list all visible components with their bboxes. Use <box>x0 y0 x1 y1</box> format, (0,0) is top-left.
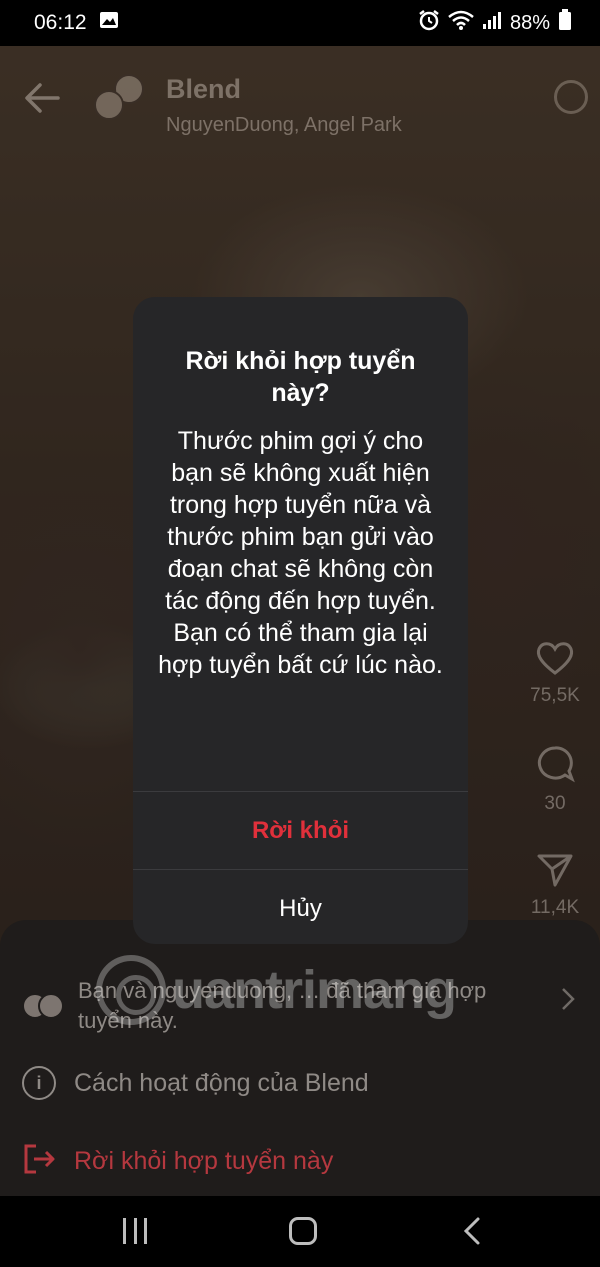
alarm-icon <box>418 9 440 37</box>
back-arrow-icon[interactable] <box>22 80 62 116</box>
image-icon <box>99 11 119 35</box>
back-chevron-icon[interactable] <box>460 1216 484 1246</box>
home-icon[interactable] <box>289 1217 317 1245</box>
watermark-logo-icon <box>96 955 166 1025</box>
comment-count: 30 <box>544 793 566 814</box>
camera-icon[interactable] <box>554 80 588 114</box>
status-bar: 06:12 88% <box>0 0 600 46</box>
share-action[interactable]: 11,4K <box>520 852 590 919</box>
chevron-right-icon <box>560 986 576 1019</box>
cancel-button[interactable]: Hủy <box>133 870 468 944</box>
navigation-bar <box>0 1196 600 1267</box>
leave-blend-row[interactable]: Rời khỏi hợp tuyển này <box>22 1143 578 1180</box>
comment-action[interactable]: 30 <box>520 744 590 815</box>
exit-icon <box>22 1143 56 1180</box>
battery-percent: 88% <box>509 11 550 34</box>
blend-avatars <box>94 74 144 124</box>
status-time: 06:12 <box>34 11 87 34</box>
member-avatars <box>22 989 68 1023</box>
avatar <box>38 993 64 1019</box>
leave-blend-dialog: Rời khỏi hợp tuyển này? Thước phim gợi ý… <box>133 297 468 944</box>
how-blend-works-label: Cách hoạt động của Blend <box>74 1068 369 1097</box>
info-icon: i <box>22 1066 56 1100</box>
battery-icon <box>558 9 572 37</box>
recent-apps-icon[interactable] <box>123 1218 147 1244</box>
dialog-message: Thước phim gợi ý cho bạn sẽ không xuất h… <box>158 427 443 679</box>
leave-blend-label: Rời khỏi hợp tuyển này <box>74 1147 334 1175</box>
avatar <box>94 90 124 120</box>
signal-icon <box>482 10 502 36</box>
like-count: 75,5K <box>530 685 580 706</box>
heart-icon <box>535 642 575 680</box>
how-blend-works-row[interactable]: i Cách hoạt động của Blend <box>22 1066 578 1100</box>
dialog-title: Rời khỏi hợp tuyển này? <box>185 347 416 407</box>
watermark-text: uantrimang <box>171 960 457 1020</box>
send-icon <box>535 854 575 892</box>
comment-icon <box>535 746 575 788</box>
share-count: 11,4K <box>530 897 580 918</box>
leave-button[interactable]: Rời khỏi <box>133 792 468 870</box>
blend-title: Blend <box>166 74 242 104</box>
like-action[interactable]: 75,5K <box>520 640 590 707</box>
watermark: uantrimang <box>96 950 457 1030</box>
wifi-icon <box>448 10 474 36</box>
blend-members: NguyenDuong, Angel Park <box>166 114 402 136</box>
